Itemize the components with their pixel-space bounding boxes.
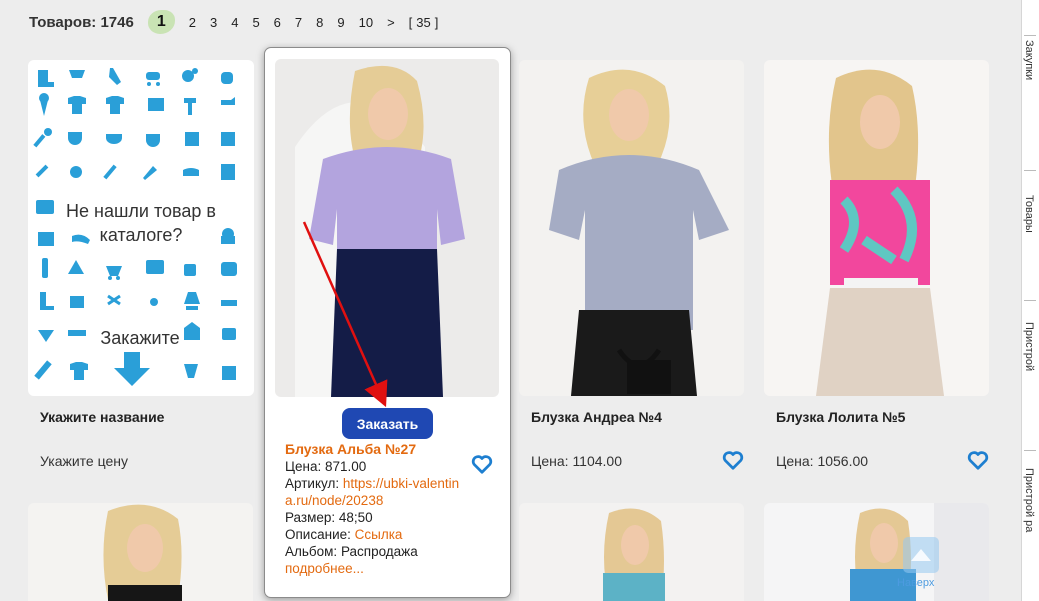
product-photo[interactable] (28, 503, 253, 601)
page-link[interactable]: 10 (359, 15, 373, 30)
catalog-icons-grid: Не нашли товар в каталоге? Закажите (33, 68, 237, 386)
product-article: Артикул: https://ubki-valentin (285, 475, 490, 492)
favorite-heart-icon[interactable] (967, 449, 989, 471)
product-photo-illustration (519, 60, 744, 396)
page-last[interactable]: 35 (416, 15, 430, 30)
product-name[interactable]: Укажите название (40, 409, 164, 425)
product-photo-illustration (764, 503, 989, 601)
page-link[interactable]: 6 (274, 15, 281, 30)
side-link-attach-2[interactable]: Пристрой ра (1023, 468, 1035, 532)
page-bracket-close: ] (434, 14, 439, 30)
product-description: Описание: Ссылка (285, 526, 490, 543)
catalog-icons-image: Не нашли товар в каталоге? Закажите (28, 60, 254, 396)
description-link[interactable]: Ссылка (355, 527, 403, 542)
article-link-cont[interactable]: a.ru/node/20238 (285, 492, 490, 509)
page-bracket-open: [ (408, 14, 413, 30)
product-price: Цена: 1104.00 (531, 453, 623, 469)
page-link[interactable]: 2 (189, 15, 196, 30)
product-price: Цена: 871.00 (285, 459, 367, 474)
article-label: Артикул: (285, 476, 340, 491)
placeholder-line-2: каталоге? (100, 225, 183, 245)
side-link-purchases[interactable]: Закупки (1023, 40, 1035, 80)
placeholder-line-1: Не нашли товар в (66, 201, 216, 221)
favorite-heart-icon[interactable] (722, 449, 744, 471)
scroll-top-button[interactable]: Наверх (897, 537, 939, 589)
product-photo[interactable] (519, 60, 744, 396)
product-album: Альбом: Распродажа (285, 544, 418, 559)
page-next[interactable]: > (387, 15, 395, 30)
product-card-placeholder[interactable]: Не нашли товар в каталоге? Закажите Укаж… (28, 60, 273, 490)
product-photo[interactable] (275, 59, 499, 397)
topbar: Товаров: 1746 1 2 3 4 5 6 7 8 9 10 > [ 3… (29, 8, 445, 36)
product-photo-illustration (519, 503, 744, 601)
pagination: 1 2 3 4 5 6 7 8 9 10 > [ 35 ] (147, 10, 446, 34)
page-link[interactable]: 4 (231, 15, 238, 30)
product-card[interactable] (28, 503, 254, 601)
product-count: Товаров: 1746 (29, 13, 134, 31)
side-link-goods[interactable]: Товары (1023, 195, 1035, 233)
product-name[interactable]: Блузка Лолита №5 (776, 409, 905, 425)
side-nav-strip: Закупки Товары Пристрой Пристрой ра (1021, 0, 1039, 601)
arrow-up-icon (911, 549, 931, 561)
description-label: Описание: (285, 527, 351, 542)
more-link[interactable]: подробнее... (285, 560, 490, 577)
page-link[interactable]: 9 (337, 15, 344, 30)
product-photo-illustration (764, 60, 989, 396)
product-size: Размер: 48;50 (285, 510, 373, 525)
article-link[interactable]: https://ubki-valentin (343, 476, 459, 491)
product-photo[interactable] (764, 60, 989, 396)
product-photo-illustration (275, 59, 499, 397)
product-photo[interactable] (764, 503, 989, 601)
side-link-attach[interactable]: Пристрой (1023, 322, 1035, 371)
page-link[interactable]: 3 (210, 15, 217, 30)
page-link[interactable]: 7 (295, 15, 302, 30)
placeholder-line-3: Закажите (100, 328, 179, 348)
product-info: Блузка Альба №27 Цена: 871.00 Артикул: h… (285, 441, 490, 577)
product-card[interactable]: Блузка Андреа №4 Цена: 1104.00 (519, 60, 764, 490)
product-photo[interactable] (519, 503, 744, 601)
product-card[interactable] (519, 503, 744, 601)
page-link[interactable]: 5 (252, 15, 259, 30)
scroll-top-label: Наверх (897, 577, 935, 589)
product-price: Укажите цену (40, 453, 128, 469)
product-name[interactable]: Блузка Андреа №4 (531, 409, 662, 425)
product-card[interactable] (764, 503, 989, 601)
favorite-heart-icon[interactable] (471, 453, 493, 475)
order-button[interactable]: Заказать (342, 408, 433, 439)
page-link[interactable]: 8 (316, 15, 323, 30)
product-photo-illustration (28, 503, 253, 601)
product-name-link[interactable]: Блузка Альба №27 (285, 441, 490, 458)
product-card[interactable]: Блузка Лолита №5 Цена: 1056.00 (764, 60, 1009, 490)
product-price: Цена: 1056.00 (776, 453, 869, 469)
page-current[interactable]: 1 (147, 10, 175, 34)
product-popup[interactable]: Заказать Блузка Альба №27 Цена: 871.00 А… (264, 47, 511, 598)
